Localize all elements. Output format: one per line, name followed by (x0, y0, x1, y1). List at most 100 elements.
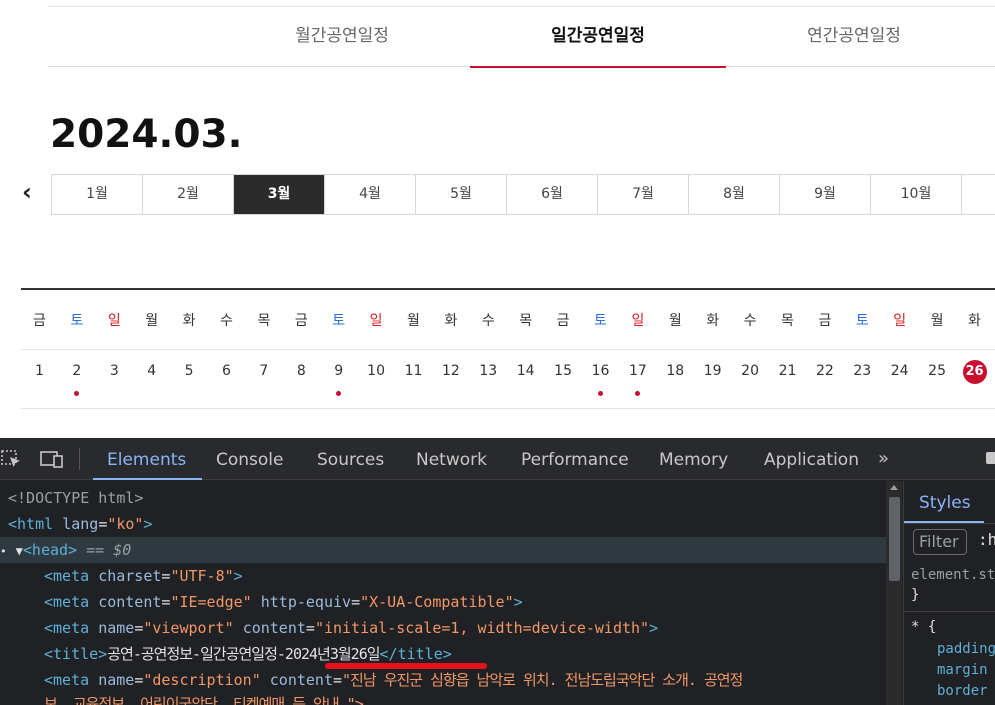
date-cell[interactable]: 2 (58, 361, 95, 383)
style-prop-margin[interactable]: margin (937, 662, 988, 678)
devtools-tab-console[interactable]: Console (216, 438, 284, 480)
date-cell[interactable]: 19 (694, 361, 731, 383)
page-title-text: 공연-공연정보-일간공연일정-2024년3월26일 (107, 645, 380, 663)
devtools-tab-network[interactable]: Network (416, 438, 487, 480)
date-cell[interactable]: 15 (545, 361, 582, 383)
date-cell[interactable]: 6 (208, 361, 245, 383)
meta-description-line-cont[interactable]: 보, 교육정보, 어린이국악단, 티켓예매 등 안내."> (0, 691, 886, 705)
weekday-label: 일 (107, 313, 121, 329)
weekday-label: 목 (257, 313, 271, 329)
weekday-label: 일 (893, 313, 907, 329)
month-button-9[interactable]: 9월 (780, 175, 871, 214)
weekday-label: 일 (631, 313, 645, 329)
meta-charset-line[interactable]: <meta charset="UTF-8"> (0, 563, 886, 589)
weekday-label: 화 (182, 313, 196, 329)
styles-filter-input[interactable]: Filter (913, 529, 967, 555)
styles-rule-divider (904, 611, 995, 612)
date-cell[interactable]: 4 (133, 361, 170, 383)
schedule-tabs: 월간공연일정 일간공연일정 연간공연일정 (48, 7, 995, 68)
date-cell[interactable]: 21 (769, 361, 806, 383)
scroll-up-arrow-icon[interactable] (890, 485, 898, 490)
meta-description-line[interactable]: <meta name="description" content="진남 우진군… (0, 667, 886, 693)
date-cell[interactable]: 8 (283, 361, 320, 383)
month-button-5[interactable]: 5월 (416, 175, 507, 214)
month-button-8[interactable]: 8월 (689, 175, 780, 214)
weekday-label: 금 (294, 313, 308, 329)
tab-daily-schedule[interactable]: 일간공연일정 (470, 7, 726, 68)
weekday-label: 토 (70, 313, 84, 329)
date-cell[interactable]: 7 (245, 361, 282, 383)
elements-scrollbar-thumb[interactable] (889, 497, 900, 581)
event-dot-icon (336, 391, 342, 396)
date-cell[interactable]: 24 (881, 361, 918, 383)
device-toolbar-icon[interactable] (40, 448, 64, 470)
hover-state-toggle[interactable]: :h (978, 530, 995, 549)
date-cell[interactable]: 22 (806, 361, 843, 383)
date-cell[interactable]: 9 (320, 361, 357, 383)
month-button-7[interactable]: 7월 (598, 175, 689, 214)
more-tabs-icon[interactable]: » (878, 448, 889, 469)
date-cell[interactable]: 1 (21, 361, 58, 383)
date-cell[interactable]: 18 (657, 361, 694, 383)
date-cell[interactable]: 5 (171, 361, 208, 383)
month-prev-arrow-icon[interactable]: ‹ (14, 178, 40, 208)
month-button-2[interactable]: 2월 (143, 175, 234, 214)
date-cell[interactable]: 11 (395, 361, 432, 383)
date-cell[interactable]: 17 (619, 361, 656, 383)
calendar-row-divider (21, 349, 995, 350)
tab-monthly-schedule[interactable]: 월간공연일정 (214, 7, 470, 67)
date-cell[interactable]: 25 (919, 361, 956, 383)
month-button-3[interactable]: 3월 (234, 175, 325, 214)
date-cell[interactable]: 10 (358, 361, 395, 383)
month-button-4[interactable]: 4월 (325, 175, 416, 214)
date-cell[interactable]: 14 (507, 361, 544, 383)
weekday-label: 월 (407, 313, 420, 329)
weekday-label: 일 (369, 313, 383, 329)
styles-tab[interactable]: Styles (919, 493, 971, 513)
meta-compat-line[interactable]: <meta content="IE=edge" http-equiv="X-UA… (0, 589, 886, 615)
date-cell[interactable]: 12 (432, 361, 469, 383)
event-dot-icon (74, 391, 80, 396)
month-button-11[interactable]: 1 (962, 175, 995, 214)
devtools-tab-elements[interactable]: Elements (92, 438, 203, 480)
calendar-top-border (21, 288, 995, 290)
style-prop-padding[interactable]: padding (937, 641, 995, 657)
weekday-label: 수 (743, 313, 757, 329)
devtools-tab-sources[interactable]: Sources (317, 438, 384, 480)
devtools-settings-icon[interactable] (986, 452, 995, 464)
weekday-label: 토 (594, 313, 607, 329)
weekday-label: 금 (33, 313, 46, 329)
devtools-tab-performance[interactable]: Performance (521, 438, 629, 480)
month-selector: 1월2월3월4월5월6월7월8월9월10월1 (51, 174, 995, 215)
date-cell[interactable]: 16 (582, 361, 619, 383)
month-button-6[interactable]: 6월 (507, 175, 598, 214)
weekday-label: 목 (519, 313, 533, 329)
date-cell[interactable]: 23 (844, 361, 881, 383)
universal-rule-selector: * { (911, 619, 937, 635)
red-underline-annotation (325, 663, 487, 669)
year-month-title: 2024.03. (50, 112, 243, 157)
date-cell-today[interactable]: 26 (956, 360, 993, 384)
weekday-label: 토 (332, 313, 346, 329)
tab-yearly-schedule[interactable]: 연간공연일정 (726, 7, 982, 67)
weekday-label: 월 (668, 313, 682, 329)
head-tag-line[interactable]: • ▼<head> == $0 (0, 537, 886, 563)
meta-viewport-line[interactable]: <meta name="viewport" content="initial-s… (0, 615, 886, 641)
date-cell[interactable]: 3 (96, 361, 133, 383)
weekday-label: 화 (706, 313, 720, 329)
devtools-tab-application[interactable]: Application (764, 438, 859, 480)
inspect-element-icon[interactable] (0, 448, 24, 470)
doctype-line[interactable]: <!DOCTYPE html> (0, 485, 886, 511)
weekday-label: 금 (556, 313, 570, 329)
month-button-1[interactable]: 1월 (52, 175, 143, 214)
month-button-10[interactable]: 10월 (871, 175, 962, 214)
weekday-label: 월 (145, 313, 159, 329)
elements-tree: <!DOCTYPE html> <html lang="ko"> • ▼<hea… (0, 481, 886, 705)
toolbar-separator (79, 448, 80, 470)
style-prop-border[interactable]: border (937, 683, 988, 699)
date-cell[interactable]: 13 (470, 361, 507, 383)
html-tag-line[interactable]: <html lang="ko"> (0, 511, 886, 537)
devtools-tab-memory[interactable]: Memory (659, 438, 728, 480)
expand-triangle-icon[interactable]: ▼ (16, 544, 23, 558)
date-cell[interactable]: 20 (732, 361, 769, 383)
